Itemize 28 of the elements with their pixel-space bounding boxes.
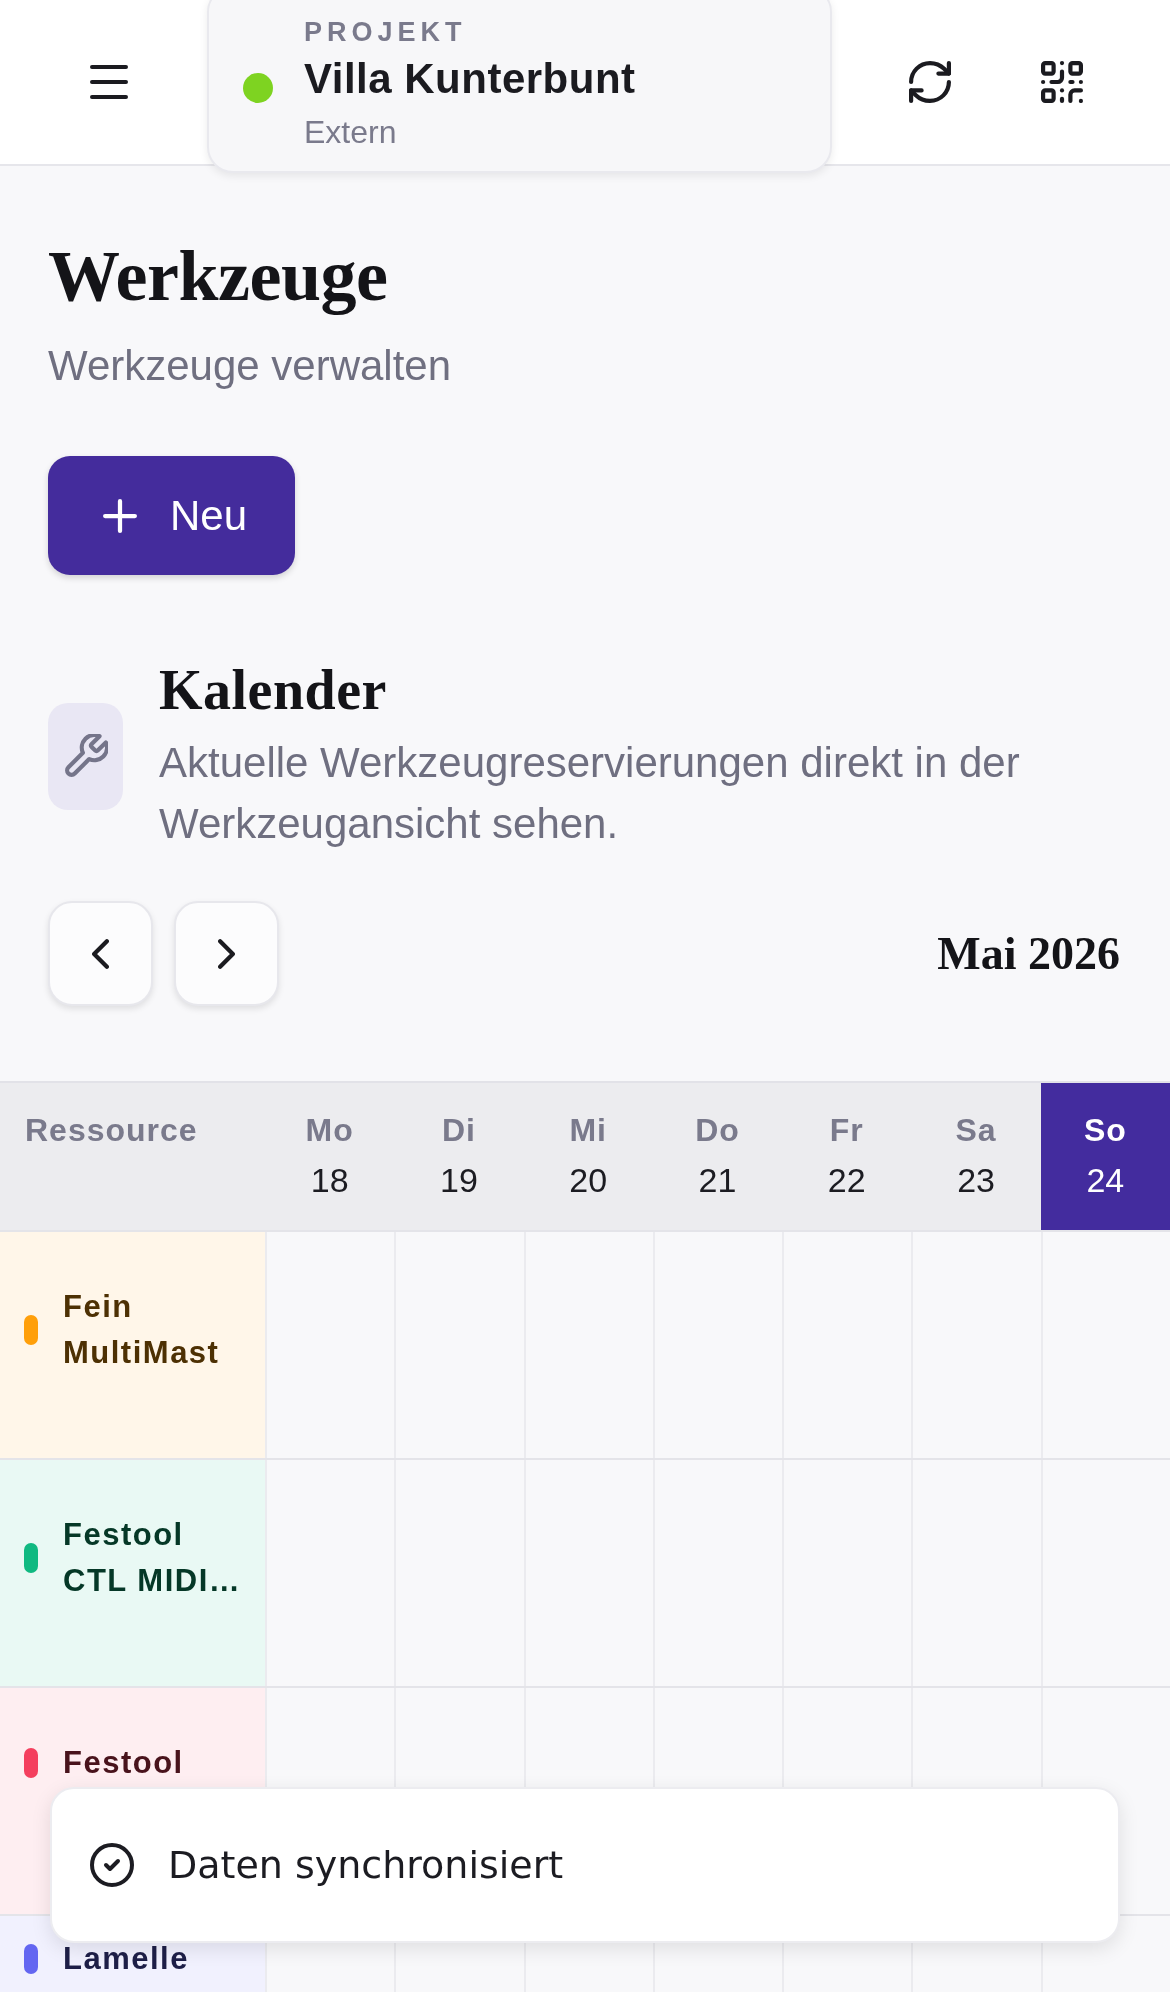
resource-name: Lamelle — [63, 1940, 189, 1978]
weekday-label: Mi — [569, 1111, 607, 1150]
date-label: 22 — [827, 1160, 866, 1201]
resource-name: Fein MultiMast — [63, 1288, 221, 1372]
toast-message: Daten synchronisiert — [168, 1842, 564, 1889]
project-label: PROJEKT — [304, 17, 468, 47]
weekday-label: Mo — [305, 1111, 354, 1150]
project-role: Extern — [304, 113, 398, 152]
date-label: 19 — [440, 1160, 478, 1201]
page-title: Werkzeuge — [48, 236, 388, 316]
date-label: 23 — [957, 1160, 995, 1201]
section-title: Kalender — [159, 658, 388, 722]
date-label: 18 — [310, 1160, 349, 1201]
page-subtitle: Werkzeuge verwalten — [48, 341, 452, 391]
resource-name: Festool — [63, 1744, 184, 1782]
column-header: Ressource — [0, 1083, 265, 1230]
month-label: Mai 2026 — [937, 926, 1120, 981]
weekday-label: Fr — [829, 1111, 864, 1150]
date-label: 24 — [1086, 1160, 1125, 1201]
section-description: Aktuelle Werkzeugreservierungen direkt in der Werkzeugansicht sehen. — [159, 738, 1021, 849]
weekday-label: Di — [441, 1111, 476, 1150]
date-label: 20 — [569, 1160, 608, 1201]
weekday-label: Do — [695, 1111, 740, 1150]
date-label: 21 — [698, 1160, 737, 1201]
weekday-label: Sa — [955, 1111, 997, 1150]
resource-name: Festool CTL MIDI… — [63, 1516, 243, 1600]
weekday-label: So — [1083, 1111, 1127, 1150]
project-name: Villa Kunterbunt — [304, 54, 636, 104]
